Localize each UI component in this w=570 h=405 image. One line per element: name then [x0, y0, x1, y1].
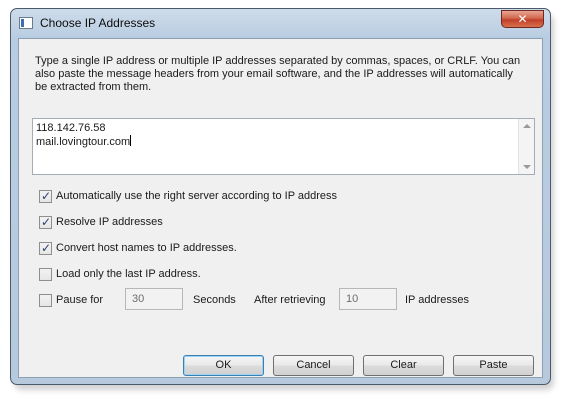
scroll-down-arrow-icon[interactable]	[523, 165, 531, 169]
instructions-text: Type a single IP address or multiple IP …	[35, 55, 521, 93]
ip-address-textarea[interactable]: 118.142.76.58 mail.lovingtour.com	[32, 118, 535, 175]
convert-hostnames-label[interactable]: Convert host names to IP addresses.	[56, 242, 237, 255]
ip-address-line: mail.lovingtour.com	[36, 136, 131, 148]
seconds-label: Seconds	[193, 294, 236, 306]
vertical-scrollbar[interactable]	[518, 119, 534, 174]
checkmark-icon: ✓	[41, 215, 52, 229]
retrieve-count-input[interactable]: 10	[339, 288, 397, 310]
ip-address-lines: 118.142.76.58 mail.lovingtour.com	[36, 122, 132, 149]
dialog-window: Choose IP Addresses ✕ Type a single IP a…	[10, 8, 551, 385]
pause-checkbox[interactable]	[39, 294, 52, 307]
ip-addresses-label: IP addresses	[405, 294, 470, 306]
checkmark-icon: ✓	[41, 241, 52, 255]
paste-button[interactable]: Paste	[453, 355, 534, 376]
convert-hostnames-checkbox[interactable]: ✓	[39, 241, 52, 255]
pause-label[interactable]: Pause for	[56, 294, 103, 307]
resolve-ip-label[interactable]: Resolve IP addresses	[56, 216, 163, 229]
ok-button[interactable]: OK	[183, 355, 264, 376]
checkmark-icon: ✓	[41, 189, 52, 203]
close-icon: ✕	[517, 12, 528, 26]
text-caret	[130, 135, 132, 146]
last-ip-only-checkbox[interactable]	[39, 268, 52, 281]
auto-server-label[interactable]: Automatically use the right server accor…	[56, 190, 337, 203]
app-window-icon	[19, 17, 33, 29]
ip-address-line-with-caret: mail.lovingtour.com	[36, 135, 132, 149]
close-button[interactable]: ✕	[501, 10, 544, 28]
last-ip-only-label[interactable]: Load only the last IP address.	[56, 268, 201, 281]
scroll-up-arrow-icon[interactable]	[523, 124, 531, 128]
title-bar[interactable]: Choose IP Addresses ✕	[11, 9, 550, 37]
window-title: Choose IP Addresses	[40, 16, 156, 30]
clear-button[interactable]: Clear	[363, 355, 444, 376]
auto-server-checkbox[interactable]: ✓	[39, 189, 52, 203]
after-retrieving-label: After retrieving	[254, 294, 326, 306]
cancel-button[interactable]: Cancel	[273, 355, 354, 376]
ip-address-line: 118.142.76.58	[36, 122, 106, 134]
pause-seconds-input[interactable]: 30	[125, 288, 183, 310]
dialog-body: Type a single IP address or multiple IP …	[18, 38, 543, 378]
resolve-ip-checkbox[interactable]: ✓	[39, 215, 52, 229]
